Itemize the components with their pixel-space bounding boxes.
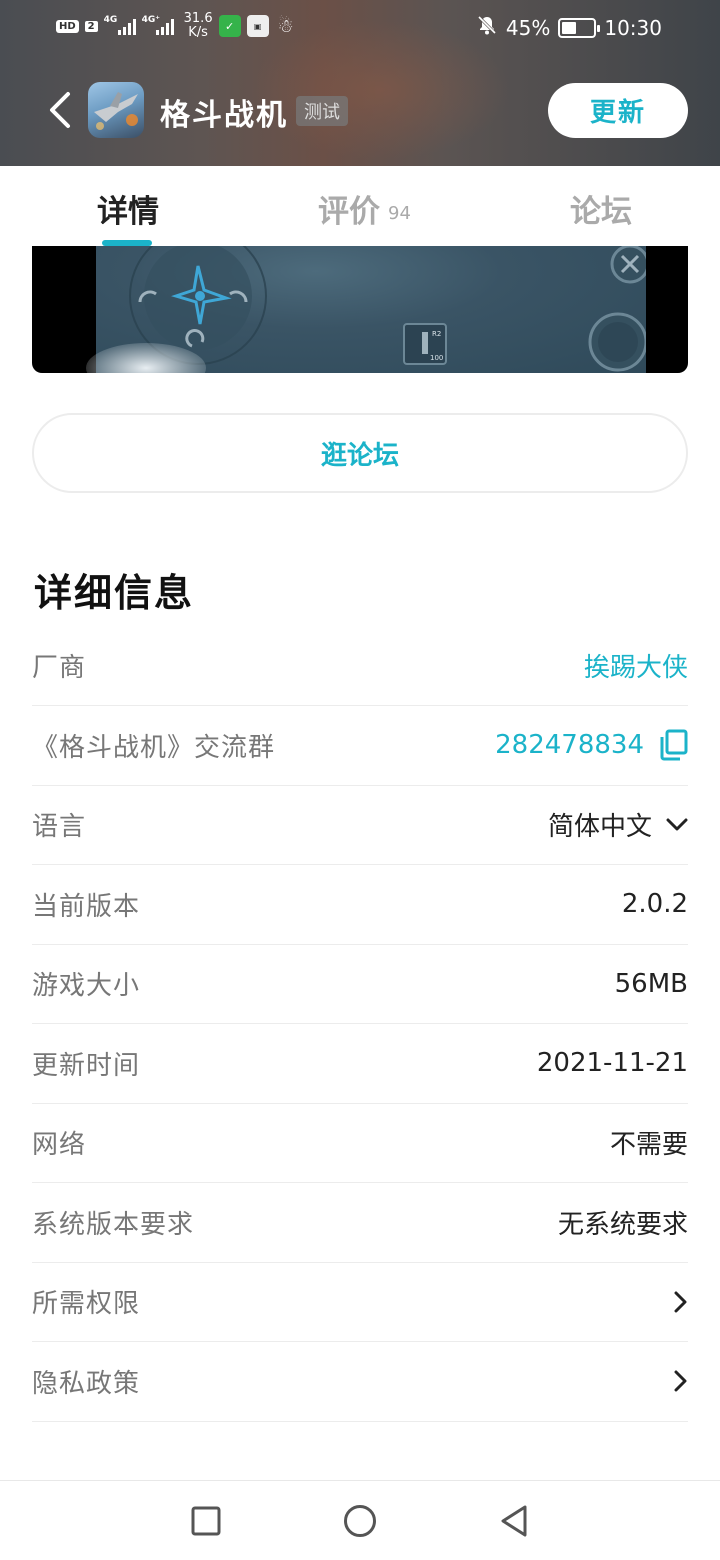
info-value: 不需要 [609,1130,688,1161]
section-title: 详细信息 [34,571,195,615]
notification-app-icon: ✓ [218,15,241,37]
info-row-privacy[interactable]: 隐私政策 [32,1342,688,1422]
info-value: 无系统要求 [557,1209,688,1240]
battery-icon [558,17,601,38]
network-speed-value: 31.6 [183,11,213,26]
ammo-count: 100 [430,354,443,362]
info-row-network: 网络 不需要 [32,1104,688,1183]
info-label: 厂商 [32,653,87,683]
network-type-label: 4G [103,15,118,25]
tab-forum[interactable]: 论坛 [570,186,632,231]
info-row-language[interactable]: 语言 简体中文 [32,786,688,865]
info-label: 更新时间 [32,1050,141,1081]
battery-percent: 45% [505,15,551,40]
tab-label: 评价 [318,194,380,230]
battery-fill [562,21,576,34]
vendor-link[interactable]: 挨踢大侠 [584,647,688,684]
tab-reviews[interactable]: 评价 94 [318,186,411,231]
group-number-value: 282478834 [495,729,688,761]
language-value: 简体中文 [547,812,652,843]
network-type-label: 4G⁺ [141,15,161,25]
system-nav-bar [0,1480,720,1560]
review-count: 94 [388,203,411,224]
info-label: 语言 [32,812,87,843]
update-button[interactable]: 更新 [548,83,688,138]
recent-apps-button[interactable] [186,1501,226,1541]
huawei-icon: ▣ [246,15,269,37]
info-row-system-requirement: 系统版本要求 无系统要求 [32,1183,688,1263]
chevron-down-icon [666,818,688,831]
tab-label: 论坛 [570,194,632,230]
info-value: 2.0.2 [621,889,688,920]
signal-icon: 4G⁺ [141,15,174,35]
info-row-vendor[interactable]: 厂商 挨踢大侠 [32,626,688,706]
status-bar: HD 2 4G 4G⁺ 31.6 K/s ✓ ▣ ☃ 45% 10:30 [0,0,720,56]
back-nav-button[interactable] [494,1501,534,1541]
mute-bell-icon [476,14,498,41]
game-screenshot-image: R2 100 [86,246,650,373]
info-row-group: 《格斗战机》交流群 282478834 [32,706,688,786]
language-select[interactable]: 简体中文 [548,806,688,843]
info-value: 56MB [614,968,688,999]
info-label: 系统版本要求 [32,1209,195,1240]
game-screenshot[interactable]: R2 100 [32,246,688,373]
info-label: 网络 [32,1130,87,1161]
info-value [674,1291,688,1313]
tab-bar: 详情 评价 94 论坛 [0,166,720,246]
network-speed-unit: K/s [188,25,208,40]
detail-info-list: 厂商 挨踢大侠 《格斗战机》交流群 282478834 语言 简体中文 当前版本… [32,626,688,1422]
sim-indicator: 2 [84,20,98,32]
status-left: HD 2 4G 4G⁺ 31.6 K/s ✓ ▣ ☃ [56,12,297,40]
group-number: 282478834 [495,730,644,761]
square-icon [191,1506,221,1536]
ammo-type-label: R2 [432,330,441,338]
hd-badge: HD [56,19,79,33]
tab-label: 详情 [97,194,159,230]
app-title: 格斗战机 [160,98,288,133]
chevron-left-icon [50,92,70,128]
chevron-right-icon [674,1370,687,1392]
title-bar: 格斗战机 测试 更新 [0,80,720,140]
info-row-update-time: 更新时间 2021-11-21 [32,1024,688,1104]
circle-icon [344,1505,376,1537]
app-header: HD 2 4G 4G⁺ 31.6 K/s ✓ ▣ ☃ 45% 10:30 格斗战… [0,0,720,166]
browse-forum-button[interactable]: 逛论坛 [32,413,688,493]
info-row-permissions[interactable]: 所需权限 [32,1263,688,1342]
chevron-right-icon [674,1291,687,1313]
info-row-version: 当前版本 2.0.2 [32,865,688,945]
info-label: 所需权限 [32,1289,141,1320]
test-badge: 测试 [296,96,348,126]
tab-details[interactable]: 详情 [97,186,159,231]
info-label: 游戏大小 [32,971,141,1002]
app-icon [88,82,144,138]
network-speed: 31.6 K/s [184,12,213,40]
triangle-back-icon [501,1505,527,1537]
back-button[interactable] [40,88,80,132]
info-label: 当前版本 [32,891,141,922]
info-label: 隐私政策 [32,1368,141,1399]
clock: 10:30 [604,15,662,40]
info-value [674,1370,688,1392]
home-button[interactable] [340,1501,380,1541]
qq-icon: ☃ [277,15,294,37]
info-row-size: 游戏大小 56MB [32,945,688,1024]
info-value: 2021-11-21 [536,1048,688,1079]
status-right: 45% 10:30 [476,14,662,41]
copy-icon[interactable] [658,729,688,761]
info-label: 《格斗战机》交流群 [32,732,276,763]
signal-icon: 4G [103,15,136,35]
